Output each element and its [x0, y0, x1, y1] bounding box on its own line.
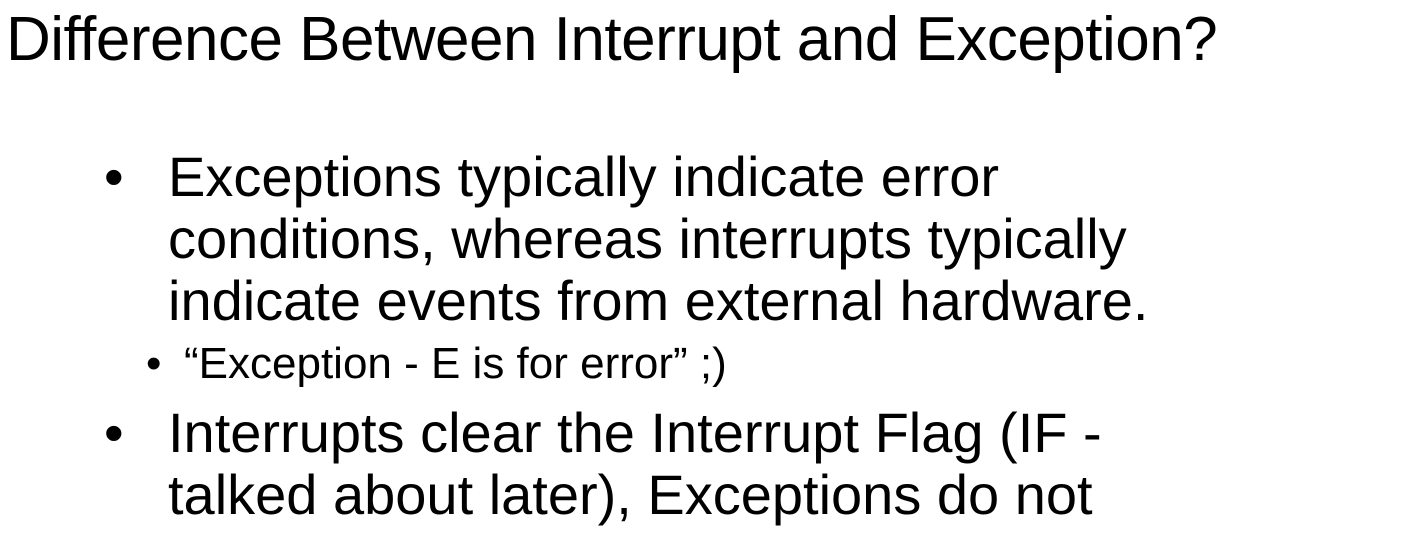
bullet-text: Interrupts clear the Interrupt Flag (IF …	[168, 402, 1102, 526]
bullet-marker: •	[104, 401, 124, 464]
bullet-line: Exceptions typically indicate error	[168, 145, 1000, 208]
sub-bullet-text: “Exception - E is for error” ;)	[184, 339, 727, 388]
slide: Difference Between Interrupt and Excepti…	[0, 0, 1423, 545]
slide-title: Difference Between Interrupt and Excepti…	[6, 5, 1218, 74]
bullet-line: conditions, whereas interrupts typically	[168, 207, 1127, 270]
bullet-line: talked about later), Exceptions do not	[168, 463, 1093, 526]
sub-bullet-marker: •	[146, 339, 162, 388]
bullet-marker: •	[104, 145, 124, 208]
bullet-line: Interrupts clear the Interrupt Flag (IF …	[168, 401, 1102, 464]
bullet-text: Exceptions typically indicate error cond…	[168, 146, 1149, 332]
bullet-line: indicate events from external hardware.	[168, 269, 1149, 332]
